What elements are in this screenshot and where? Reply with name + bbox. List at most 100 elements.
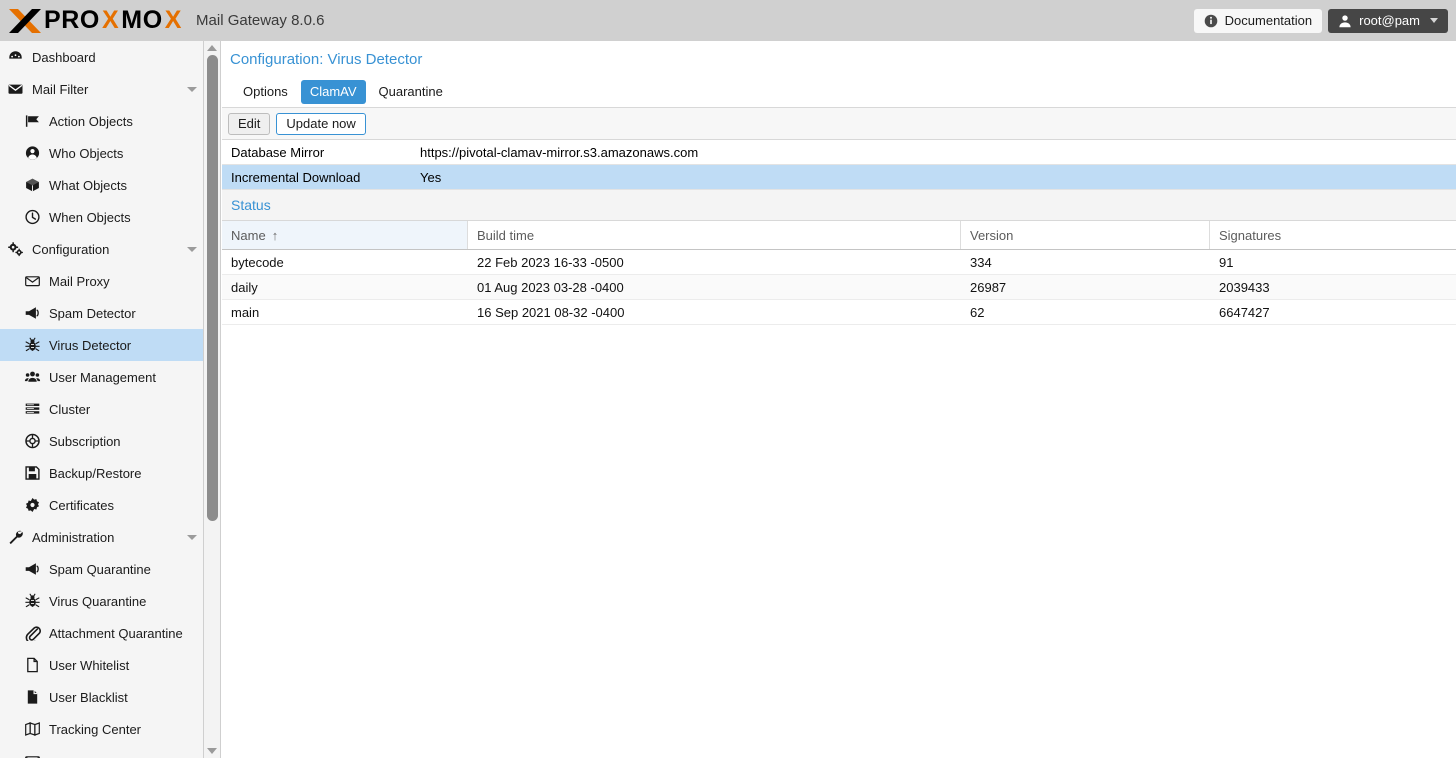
sidebar-item-label: Mail Proxy	[49, 274, 110, 289]
column-header-label: Build time	[477, 228, 534, 243]
tab-options[interactable]: Options	[234, 80, 297, 104]
sidebar-item-label: Virus Detector	[49, 338, 131, 353]
sidebar-item-label: Action Objects	[49, 114, 133, 129]
sidebar-item-spam-detector[interactable]: Spam Detector	[0, 297, 203, 329]
column-header-label: Version	[970, 228, 1013, 243]
sidebar-item-user-blacklist[interactable]: User Blacklist	[0, 681, 203, 713]
sidebar-item-tracking-center[interactable]: Tracking Center	[0, 713, 203, 745]
cell-name: bytecode	[222, 250, 468, 274]
sidebar-item-dashboard[interactable]: Dashboard	[0, 41, 203, 73]
envelope-outline-icon	[24, 273, 41, 289]
sidebar-item-label: Subscription	[49, 434, 121, 449]
proxmox-logo[interactable]: PROXMOX	[0, 8, 182, 34]
cell-signatures: 91	[1210, 250, 1456, 274]
sidebar-item-user-management[interactable]: User Management	[0, 361, 203, 393]
sidebar-item-certificates[interactable]: Certificates	[0, 489, 203, 521]
cell-signatures: 2039433	[1210, 275, 1456, 299]
sidebar-item-label: Certificates	[49, 498, 114, 513]
sidebar-item-user-whitelist[interactable]: User Whitelist	[0, 649, 203, 681]
column-header-build-time[interactable]: Build time	[468, 221, 961, 249]
sidebar-item-administration[interactable]: Administration	[0, 521, 203, 553]
sidebar-item-label: Spam Quarantine	[49, 562, 151, 577]
tab-clamav[interactable]: ClamAV	[301, 80, 366, 104]
sidebar-item-who-objects[interactable]: Who Objects	[0, 137, 203, 169]
logo-text-mo: MO	[121, 8, 162, 33]
logo-text-x2: X	[165, 8, 182, 33]
cube-icon	[24, 177, 41, 193]
sidebar-item-label: Dashboard	[32, 50, 96, 65]
sidebar-item-attachment-quarantine[interactable]: Attachment Quarantine	[0, 617, 203, 649]
update-now-button[interactable]: Update now	[276, 113, 365, 135]
sidebar-item-label: User Blacklist	[49, 690, 128, 705]
setting-key: Database Mirror	[222, 145, 420, 160]
sidebar-item-label: Cluster	[49, 402, 90, 417]
tab-quarantine[interactable]: Quarantine	[370, 80, 452, 104]
documentation-button[interactable]: Documentation	[1194, 9, 1322, 33]
sidebar-item-what-objects[interactable]: What Objects	[0, 169, 203, 201]
setting-row[interactable]: Incremental DownloadYes	[222, 165, 1456, 190]
column-header-label: Signatures	[1219, 228, 1281, 243]
sidebar-item-partial[interactable]	[0, 745, 203, 758]
dashboard-gauge-icon	[7, 49, 24, 65]
sidebar-item-label: Spam Detector	[49, 306, 136, 321]
product-title: Mail Gateway 8.0.6	[196, 12, 324, 29]
flag-icon	[24, 113, 41, 129]
table-row[interactable]: bytecode22 Feb 2023 16-33 -050033491	[222, 250, 1456, 275]
info-circle-icon	[1204, 14, 1218, 28]
setting-row[interactable]: Database Mirrorhttps://pivotal-clamav-mi…	[222, 140, 1456, 165]
column-header-label: Name	[231, 228, 266, 243]
user-icon	[1338, 14, 1352, 28]
edit-button[interactable]: Edit	[228, 113, 270, 135]
page-title: Configuration: Virus Detector	[222, 41, 1456, 68]
sidebar-item-action-objects[interactable]: Action Objects	[0, 105, 203, 137]
user-label: root@pam	[1359, 13, 1420, 28]
status-section-header: Status	[222, 190, 1456, 221]
sidebar-item-label: User Management	[49, 370, 156, 385]
column-header-signatures[interactable]: Signatures	[1210, 221, 1456, 249]
sidebar-item-mail-filter[interactable]: Mail Filter	[0, 73, 203, 105]
server-stack-icon	[24, 401, 41, 417]
proxmox-x-mark-icon	[8, 8, 42, 34]
sidebar-item-cluster[interactable]: Cluster	[0, 393, 203, 425]
user-menu-button[interactable]: root@pam	[1328, 9, 1448, 33]
map-icon	[24, 721, 41, 737]
cell-version: 62	[961, 300, 1210, 324]
sidebar-item-label: When Objects	[49, 210, 131, 225]
chevron-down-icon[interactable]	[187, 247, 197, 252]
gears-icon	[7, 241, 24, 257]
sidebar-item-label: Configuration	[32, 242, 109, 257]
table-row[interactable]: daily01 Aug 2023 03-28 -0400269872039433	[222, 275, 1456, 300]
sidebar-item-virus-quarantine[interactable]: Virus Quarantine	[0, 585, 203, 617]
scrollbar-thumb[interactable]	[207, 55, 218, 521]
sidebar-item-mail-proxy[interactable]: Mail Proxy	[0, 265, 203, 297]
bullhorn-icon	[24, 561, 41, 577]
chevron-down-icon[interactable]	[187, 535, 197, 540]
cell-build-time: 01 Aug 2023 03-28 -0400	[468, 275, 961, 299]
cell-build-time: 22 Feb 2023 16-33 -0500	[468, 250, 961, 274]
triangle-down-icon[interactable]	[207, 748, 217, 754]
envelope-solid-icon	[7, 81, 24, 97]
column-header-name[interactable]: Name↑	[222, 221, 468, 249]
triangle-up-icon[interactable]	[207, 45, 217, 51]
sidebar-item-subscription[interactable]: Subscription	[0, 425, 203, 457]
sidebar-item-configuration[interactable]: Configuration	[0, 233, 203, 265]
setting-key: Incremental Download	[222, 170, 420, 185]
sidebar-item-backup-restore[interactable]: Backup/Restore	[0, 457, 203, 489]
sidebar-scrollbar[interactable]	[204, 41, 221, 758]
sidebar-item-spam-quarantine[interactable]: Spam Quarantine	[0, 553, 203, 585]
file-filled-icon	[24, 689, 41, 705]
envelope-outline-icon	[24, 753, 41, 758]
bug-icon	[24, 337, 41, 353]
table-row[interactable]: main16 Sep 2021 08-32 -0400626647427	[222, 300, 1456, 325]
sidebar-item-virus-detector[interactable]: Virus Detector	[0, 329, 203, 361]
chevron-down-icon[interactable]	[187, 87, 197, 92]
table-header-row: Name↑ Build time Version Signatures	[222, 221, 1456, 250]
sidebar-item-when-objects[interactable]: When Objects	[0, 201, 203, 233]
topbar-actions: Documentation root@pam	[1194, 9, 1456, 33]
column-header-version[interactable]: Version	[961, 221, 1210, 249]
certificate-icon	[24, 497, 41, 513]
settings-key-value-list: Database Mirrorhttps://pivotal-clamav-mi…	[222, 140, 1456, 190]
sidebar-item-label: Attachment Quarantine	[49, 626, 183, 641]
lifebuoy-icon	[24, 433, 41, 449]
sidebar-navigation: Dashboard Mail Filter Action Objects Who Ob…	[0, 41, 204, 758]
